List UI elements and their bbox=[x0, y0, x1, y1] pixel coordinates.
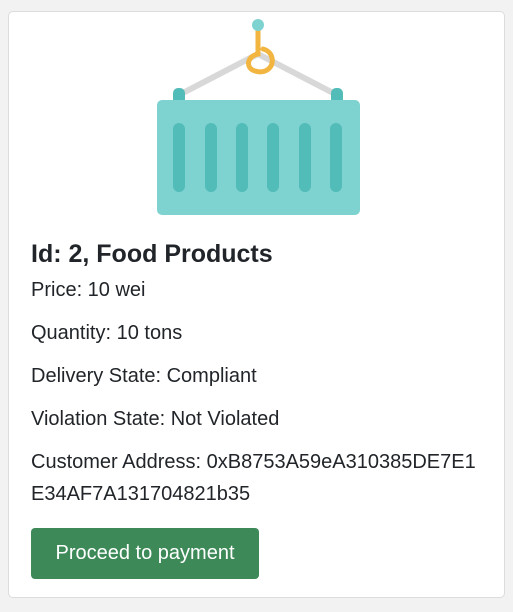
customer-address-text: Customer Address: 0xB8753A59eA310385DE7E… bbox=[31, 451, 476, 505]
cargo-container-icon bbox=[157, 19, 360, 215]
quantity-text: Quantity: 10 tons bbox=[31, 322, 183, 344]
card-body: Id: 2, Food Products Price: 10 wei Quant… bbox=[31, 234, 491, 520]
product-card: Id: 2, Food Products Price: 10 wei Quant… bbox=[8, 11, 505, 598]
delivery-state-text: Delivery State: Compliant bbox=[31, 365, 257, 387]
price-text: Price: 10 wei bbox=[31, 279, 146, 301]
proceed-to-payment-button[interactable]: Proceed to payment bbox=[31, 528, 259, 579]
product-title: Id: 2, Food Products bbox=[31, 240, 273, 268]
violation-state-text: Violation State: Not Violated bbox=[31, 408, 280, 430]
